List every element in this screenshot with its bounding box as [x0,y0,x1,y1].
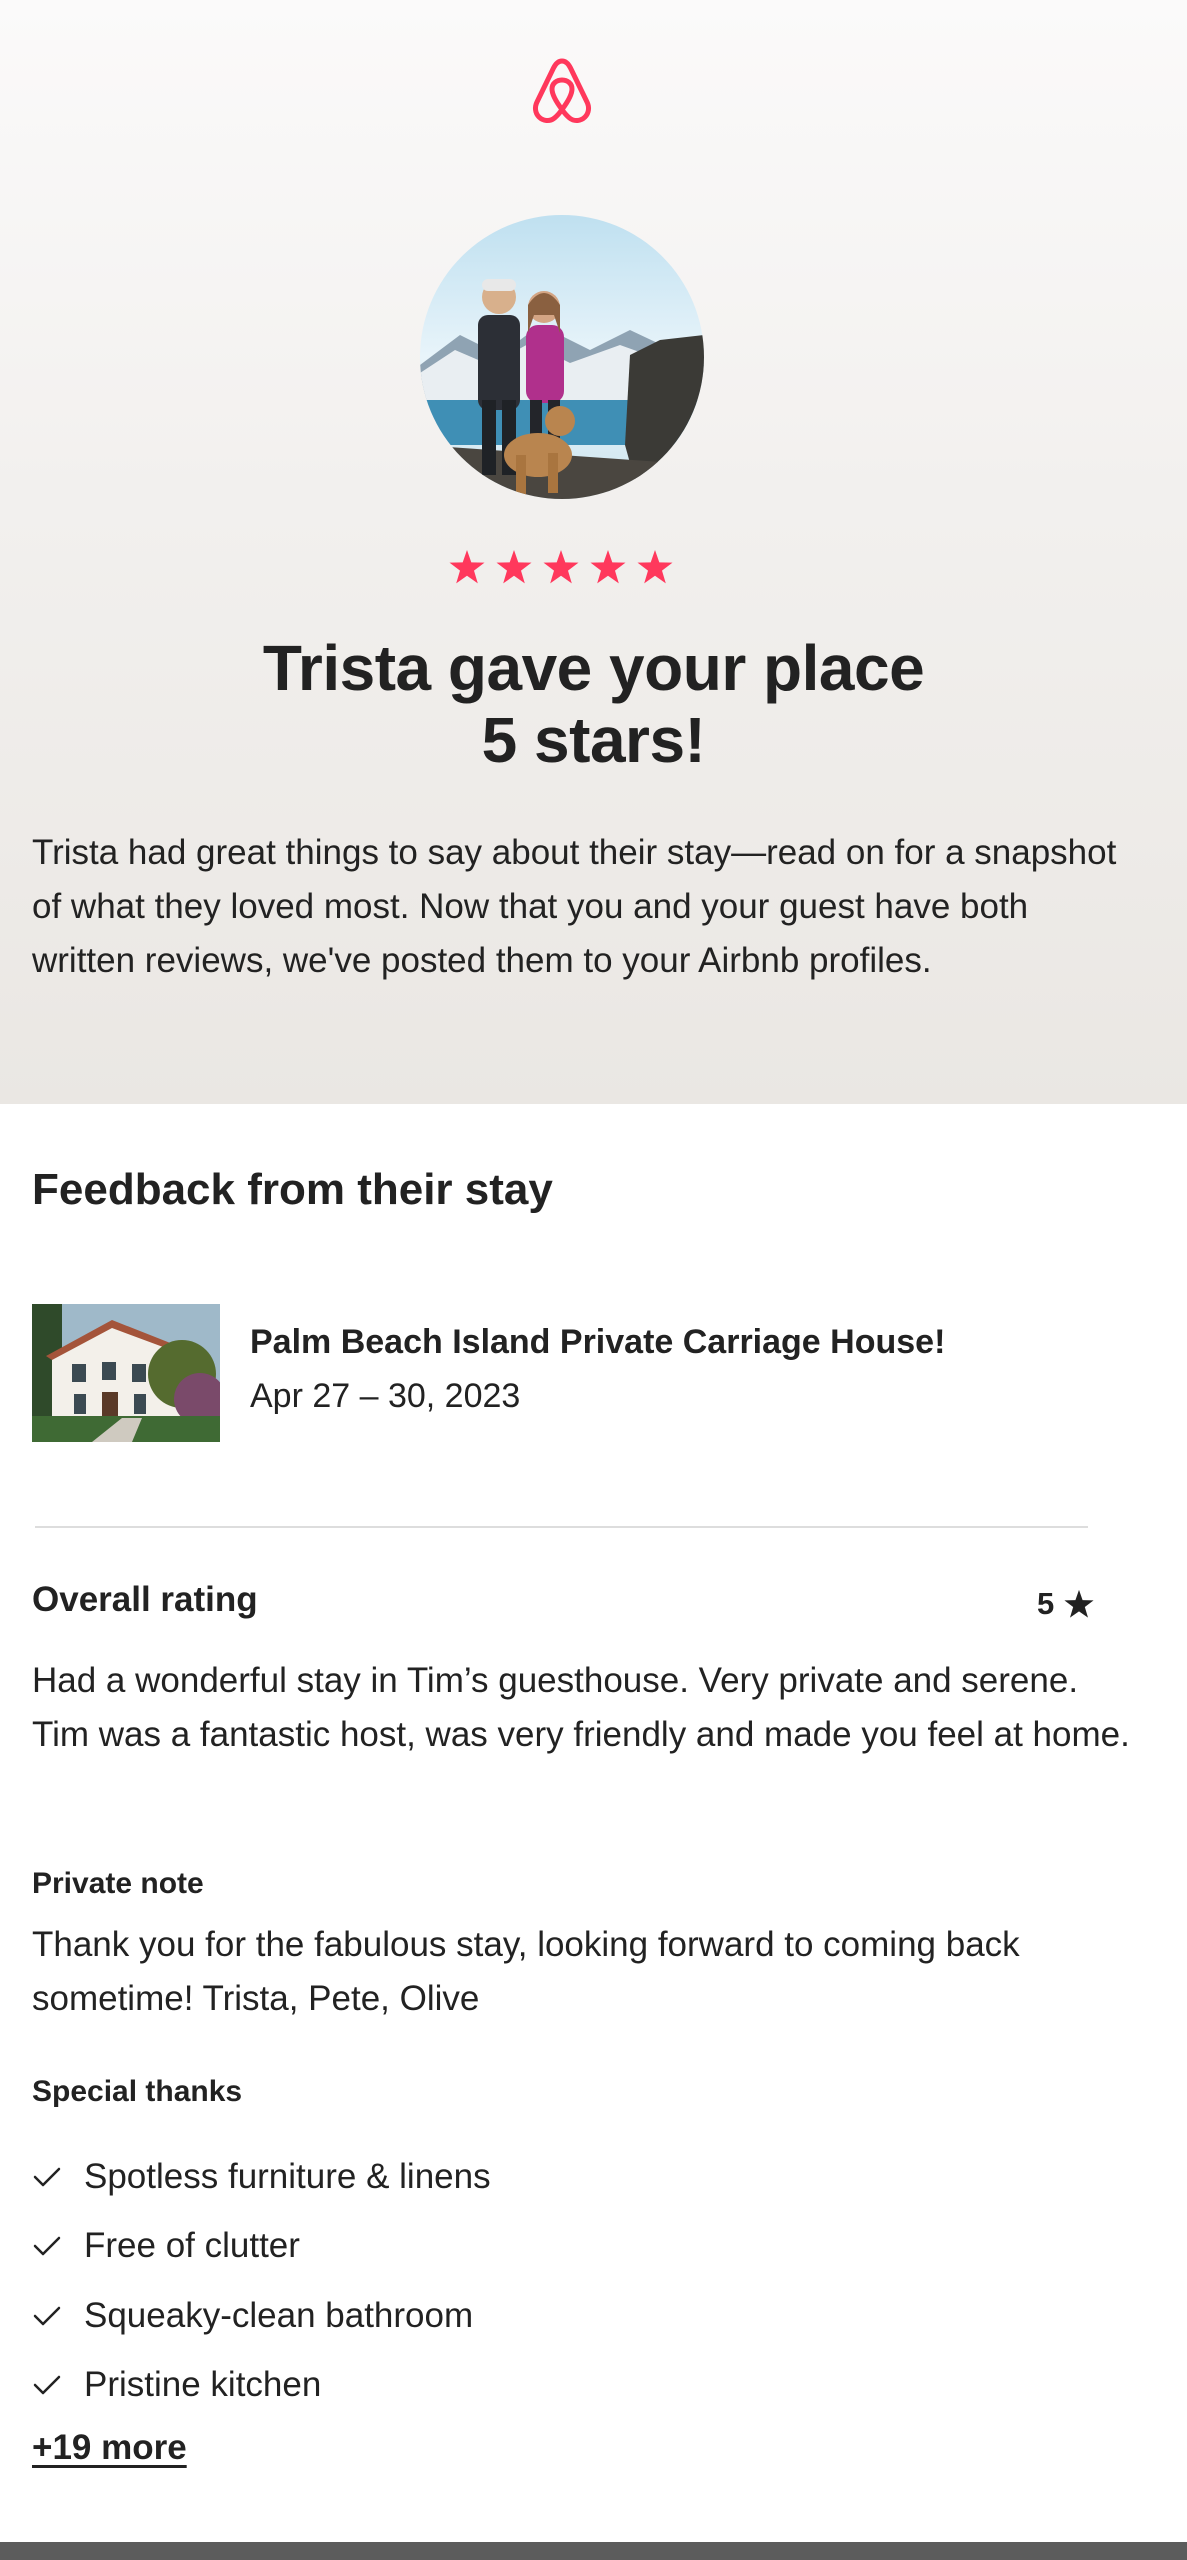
list-item: Free of clutter [32,2212,1032,2282]
special-thanks-label: Special thanks [32,2075,243,2108]
special-thanks-item: Free of clutter [84,2226,300,2266]
private-note-text: Thank you for the fabulous stay, looking… [32,1925,1020,2018]
five-star-rating [449,550,673,584]
listing-name[interactable]: Palm Beach Island Private Carriage House… [250,1318,945,1366]
stay-dates: Apr 27 – 30, 2023 [250,1377,521,1415]
special-thanks-list: Spotless furniture & linens Free of clut… [32,2142,1032,2420]
star-icon [543,550,579,584]
guest-avatar [420,215,704,499]
checkmark-icon [33,2167,61,2186]
overall-rating-number: 5 [1037,1586,1055,1621]
public-review-text: Had a wonderful stay in Tim’s guesthouse… [32,1661,1130,1754]
feedback-section-title: Feedback from their stay [32,1165,553,1214]
list-item: Spotless furniture & linens [32,2142,1032,2212]
overall-rating-label: Overall rating [32,1580,258,1619]
hero-description: Trista had great things to say about the… [32,833,1117,980]
hero-title-line-2: 5 stars! [481,704,706,776]
star-icon [637,550,673,584]
special-thanks-item: Spotless furniture & linens [84,2156,491,2196]
star-icon [590,550,626,584]
hero-title: Trista gave your place 5 stars! [80,632,1107,776]
hero-title-line-1: Trista gave your place [262,632,925,704]
list-item: Pristine kitchen [32,2351,1032,2421]
hero-section: Trista gave your place 5 stars! Trista h… [0,0,1187,1104]
airbnb-logo-icon[interactable] [529,56,595,126]
list-item: Squeaky-clean bathroom [32,2281,1032,2351]
star-icon [496,550,532,584]
special-thanks-item: Pristine kitchen [84,2365,322,2405]
show-more-link[interactable]: +19 more [32,2424,187,2472]
star-icon [1064,1589,1094,1618]
private-note-label: Private note [32,1867,204,1900]
star-icon [449,550,485,584]
overall-rating-value: 5 [1037,1584,1094,1624]
checkmark-icon [33,2306,61,2325]
bottom-bar [0,2542,1187,2560]
special-thanks-item: Squeaky-clean bathroom [84,2295,474,2335]
listing-thumbnail[interactable] [32,1304,220,1442]
checkmark-icon [33,2376,61,2395]
checkmark-icon [33,2237,61,2256]
divider [35,1526,1088,1528]
